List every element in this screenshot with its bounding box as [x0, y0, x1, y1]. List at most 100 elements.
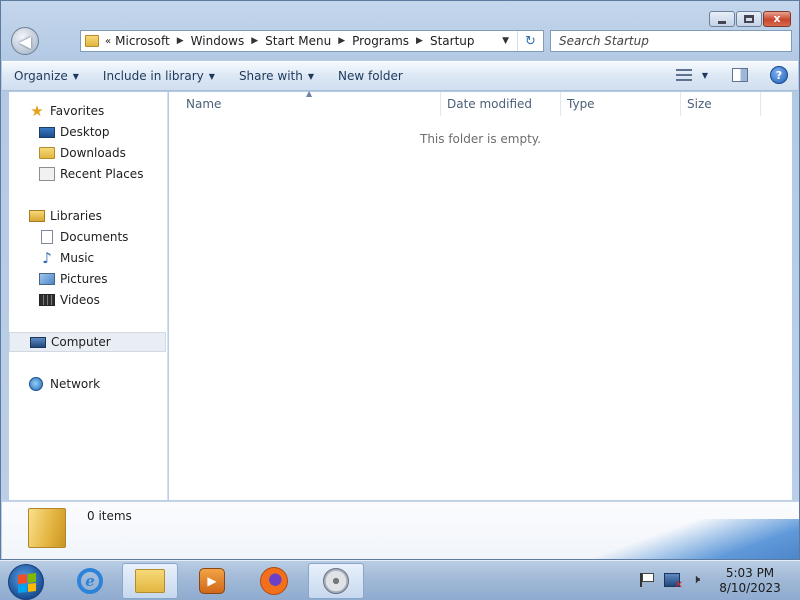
help-icon[interactable]: ? [770, 66, 788, 84]
column-header-date-modified[interactable]: Date modified [437, 92, 561, 116]
taskbar-firefox[interactable] [246, 563, 302, 599]
breadcrumb-item[interactable]: Microsoft [115, 34, 170, 48]
item-count: 0 items [87, 509, 132, 523]
chevron-right-icon[interactable]: ▶ [416, 36, 423, 46]
close-button[interactable]: x [763, 11, 791, 27]
windows-explorer-icon [135, 569, 165, 593]
network-disconnected-icon[interactable] [664, 573, 683, 591]
nav-downloads[interactable]: Downloads [9, 143, 166, 163]
volume-muted-icon[interactable]: 🕨 [692, 573, 708, 587]
back-arrow-icon: ◀ [18, 31, 32, 51]
chevron-right-icon[interactable]: ▶ [251, 36, 258, 46]
column-header-size[interactable]: Size [677, 92, 761, 116]
recent-places-icon [39, 167, 55, 181]
search-input[interactable]: Search Startup [550, 30, 792, 52]
preview-pane-icon[interactable] [732, 68, 748, 82]
nav-label: Documents [60, 230, 129, 244]
taskbar-internet-explorer[interactable]: e [62, 563, 118, 599]
address-bar[interactable]: « Microsoft ▶ Windows ▶ Start Menu ▶ Pro… [80, 30, 544, 52]
taskbar-media-player[interactable]: ▶ [184, 563, 240, 599]
column-header-type[interactable]: Type [557, 92, 681, 116]
breadcrumb-item[interactable]: Programs [352, 34, 409, 48]
clock-time: 5:03 PM [725, 566, 775, 580]
nav-label: Music [60, 251, 95, 265]
firefox-icon [260, 567, 288, 595]
computer-icon [30, 336, 46, 348]
change-view-icon[interactable] [675, 69, 692, 81]
chevron-down-icon: ▼ [208, 71, 215, 81]
breadcrumb-item[interactable]: Startup [430, 34, 475, 48]
nav-label: Downloads [60, 146, 126, 160]
organize-menu[interactable]: Organize ▼ [2, 64, 91, 88]
nav-favorites[interactable]: ★ Favorites [9, 101, 166, 121]
music-icon: ♪ [42, 249, 52, 267]
nav-label: Videos [60, 293, 100, 307]
maximize-button[interactable] [736, 11, 762, 27]
nav-network[interactable]: Network [9, 374, 166, 394]
views-dropdown-icon[interactable]: ▼ [702, 71, 708, 80]
chevron-down-icon: ▼ [72, 71, 79, 81]
nav-pictures[interactable]: Pictures [9, 269, 166, 289]
nav-videos[interactable]: Videos [9, 290, 166, 310]
search-placeholder: Search Startup [559, 34, 649, 48]
minimize-button[interactable] [709, 11, 735, 27]
include-in-library-label: Include in library [102, 69, 204, 83]
pictures-icon [39, 273, 55, 285]
desktop-icon [39, 126, 55, 138]
address-overflow[interactable]: « [105, 36, 111, 47]
close-icon: x [773, 12, 781, 25]
back-button[interactable]: ◀ [11, 27, 39, 55]
help-label: ? [775, 68, 783, 82]
clock-date: 8/10/2023 [719, 581, 781, 595]
share-with-menu[interactable]: Share with ▼ [227, 64, 326, 88]
nav-music[interactable]: ♪ Music [9, 248, 166, 268]
star-icon: ★ [30, 102, 44, 120]
title-bar[interactable]: x [1, 1, 799, 27]
start-button[interactable] [8, 564, 44, 600]
documents-icon [41, 230, 53, 244]
videos-icon [39, 294, 55, 306]
details-pane: 0 items [2, 501, 799, 559]
clock[interactable]: 5:03 PM 8/10/2023 [714, 566, 786, 596]
breadcrumb-item[interactable]: Start Menu [265, 34, 331, 48]
chevron-right-icon[interactable]: ▶ [177, 36, 184, 46]
include-in-library-menu[interactable]: Include in library ▼ [91, 64, 227, 88]
command-bar: Organize ▼ Include in library ▼ Share with… [2, 61, 798, 91]
nav-label: Recent Places [60, 167, 144, 181]
chevron-right-icon[interactable]: ▶ [338, 36, 345, 46]
column-label: Date modified [447, 97, 533, 111]
nav-label: Favorites [50, 104, 105, 118]
taskbar-windows-explorer[interactable] [122, 563, 178, 599]
windows-logo-icon [18, 573, 36, 593]
new-folder-button[interactable]: New folder [326, 64, 415, 88]
column-label: Size [687, 97, 712, 111]
action-center-flag-icon[interactable] [640, 573, 654, 587]
internet-explorer-icon: e [77, 568, 103, 594]
chevron-down-icon: ▼ [307, 71, 314, 81]
nav-computer[interactable]: Computer [9, 332, 166, 352]
decorative-swoosh [519, 519, 799, 559]
nav-desktop[interactable]: Desktop [9, 122, 166, 142]
address-dropdown-icon[interactable]: ▼ [502, 36, 509, 46]
breadcrumb-item[interactable]: Windows [191, 34, 245, 48]
taskbar-cd-drive[interactable] [308, 563, 364, 599]
media-player-icon: ▶ [199, 568, 225, 594]
nav-label: Libraries [50, 209, 102, 223]
folder-icon [85, 35, 99, 47]
nav-documents[interactable]: Documents [9, 227, 166, 247]
column-label: Type [567, 97, 595, 111]
file-list[interactable]: ▲ Name Date modified Type Size This fold… [169, 89, 792, 500]
column-header-name[interactable]: Name [176, 92, 441, 116]
system-tray: 🕨 [640, 573, 708, 591]
explorer-window: x ◀ « Microsoft ▶ Windows ▶ Start Menu ▶… [0, 0, 800, 560]
nav-label: Desktop [60, 125, 110, 139]
new-folder-label: New folder [338, 69, 403, 83]
nav-libraries[interactable]: Libraries [9, 206, 166, 226]
column-label: Name [186, 97, 222, 111]
library-icon [29, 210, 45, 222]
refresh-icon[interactable]: ↻ [517, 31, 543, 51]
nav-label: Pictures [60, 272, 108, 286]
nav-recent-places[interactable]: Recent Places [9, 164, 166, 184]
network-icon [29, 377, 43, 391]
nav-label: Computer [51, 335, 111, 349]
